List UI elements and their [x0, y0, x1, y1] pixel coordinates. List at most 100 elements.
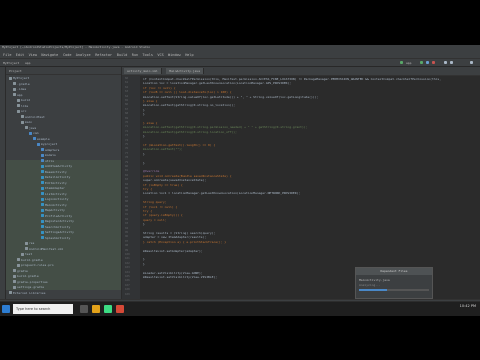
tree-item[interactable]: com [29, 131, 38, 136]
menu-view[interactable]: View [29, 53, 37, 57]
tree-item-label: MainActivity [45, 202, 67, 207]
tree-item[interactable]: example [33, 137, 50, 142]
menu-vcs[interactable]: VCS [157, 53, 163, 57]
menu-code[interactable]: Code [63, 53, 71, 57]
tree-item[interactable]: gradle [13, 269, 28, 274]
start-icon[interactable] [2, 305, 10, 313]
tree-item[interactable]: .idea [13, 87, 26, 92]
code-line: } [143, 134, 145, 139]
tree-item[interactable]: src [17, 109, 26, 114]
menu-tools[interactable]: Tools [142, 53, 153, 57]
menu-navigate[interactable]: Navigate [41, 53, 58, 57]
tree-item[interactable]: res [25, 241, 34, 246]
tree-item[interactable]: app [13, 93, 22, 98]
debug-icon[interactable] [426, 60, 429, 64]
code-line: if (loc1 != null) { [143, 204, 178, 209]
tree-item[interactable]: test [21, 252, 32, 257]
tree-item[interactable]: External Libraries [9, 291, 46, 296]
tree-item[interactable]: ListActivity [41, 192, 67, 197]
run-config-select[interactable]: app [406, 61, 411, 65]
tree-item[interactable]: RegisterActivity [41, 219, 74, 224]
android-studio-icon[interactable] [104, 305, 112, 313]
code-editor[interactable]: if (ContextCompat.checkSelfPermission(th… [141, 76, 480, 299]
breadcrumb-module[interactable]: app [25, 61, 30, 65]
tree-item-label: MyProject [13, 76, 30, 80]
tree-item[interactable]: build [17, 98, 30, 103]
tree-item[interactable]: main [21, 120, 32, 125]
file-explorer-icon[interactable] [92, 305, 100, 313]
browser-icon[interactable] [116, 305, 124, 313]
folder-icon [25, 126, 28, 129]
tree-item-label: build.gradle [17, 274, 39, 278]
line-number: 76 [125, 147, 129, 151]
line-number: 99 [125, 248, 129, 252]
popup-line[interactable]: MainActivity.java [359, 278, 390, 282]
tree-item[interactable]: libs [17, 104, 28, 109]
folder-icon [17, 109, 20, 113]
line-number: 101 [125, 257, 130, 261]
tree-item[interactable]: models [41, 153, 56, 158]
tree-item[interactable]: build.gradle [17, 258, 43, 263]
popup-progress-fill [359, 289, 387, 291]
project-view-label[interactable]: Project [9, 69, 22, 73]
tree-item[interactable]: BaseActivity [41, 170, 67, 175]
line-number: 70 [125, 121, 129, 124]
tree-item-label: .idea [17, 87, 27, 91]
menu-file[interactable]: File [3, 53, 11, 57]
tree-item[interactable]: ProfileActivity [41, 214, 72, 219]
tree-item[interactable]: AddItemActivity [41, 164, 72, 169]
tree-item[interactable]: ItemAdapter [41, 186, 65, 191]
line-number: 92 [125, 217, 129, 221]
menu-run[interactable]: Run [132, 53, 138, 57]
menu-analyze[interactable]: Analyze [76, 53, 91, 57]
tree-item[interactable]: MyProject [9, 76, 29, 81]
line-number: 109 [125, 292, 130, 296]
tree-item[interactable]: AndroidManifest.xml [25, 247, 63, 252]
stop-icon[interactable] [432, 60, 435, 64]
sdk-manager-icon[interactable] [444, 60, 447, 64]
code-line: } [143, 261, 145, 266]
tree-item-label: example [37, 136, 50, 141]
menu-build[interactable]: Build [117, 53, 128, 57]
menu-edit[interactable]: Edit [16, 53, 24, 57]
taskbar-search-placeholder: Type here to search [16, 306, 51, 311]
task-view-icon[interactable] [80, 305, 88, 313]
tree-item[interactable]: java [25, 126, 36, 131]
menu-refactor[interactable]: Refactor [95, 53, 112, 57]
tree-item[interactable]: .gradle [13, 82, 30, 87]
tree-item-label: AddItemActivity [45, 164, 73, 168]
tree-item[interactable]: MapActivity [41, 208, 65, 213]
tree-item[interactable]: MainActivity [41, 203, 67, 208]
class-icon [41, 170, 44, 173]
tree-item[interactable]: EditActivity [41, 181, 67, 186]
tree-item[interactable]: settings.gradle [13, 285, 44, 290]
class-icon [41, 219, 44, 223]
tree-item[interactable]: myproject [37, 142, 57, 147]
line-number: 80 [125, 165, 129, 168]
tree-item[interactable]: gradle.properties [13, 280, 48, 285]
build-icon[interactable] [400, 60, 403, 64]
search-everywhere-icon[interactable] [470, 60, 473, 64]
code-line: } [143, 257, 145, 262]
line-number: 98 [125, 244, 129, 248]
tree-item[interactable]: adapters [41, 148, 59, 153]
tree-item[interactable]: utils [41, 159, 54, 164]
menu-help[interactable]: Help [185, 53, 193, 57]
editor-tab[interactable]: MainActivity.java [166, 68, 205, 74]
tree-item[interactable]: LoginActivity [41, 197, 68, 202]
tree-item[interactable]: androidTest [21, 115, 45, 120]
tree-item[interactable]: SearchActivity [41, 225, 70, 230]
tree-item[interactable]: DetailActivity [41, 175, 70, 180]
line-number: 78 [125, 156, 129, 160]
tree-item[interactable]: SplashActivity [41, 236, 70, 241]
run-icon[interactable] [420, 60, 423, 64]
tree-item[interactable]: proguard-rules.pro [17, 263, 54, 268]
avd-manager-icon[interactable] [450, 60, 453, 64]
tree-item[interactable]: build.gradle [13, 274, 39, 279]
tree-item[interactable]: SettingsActivity [41, 230, 74, 235]
system-clock[interactable]: 10:42 PM [460, 304, 476, 308]
breadcrumb-project[interactable]: MyProject [3, 61, 19, 65]
folder-icon [13, 93, 16, 96]
menu-window[interactable]: Window [168, 53, 181, 57]
editor-tab[interactable]: activity_main.xml [124, 68, 162, 74]
